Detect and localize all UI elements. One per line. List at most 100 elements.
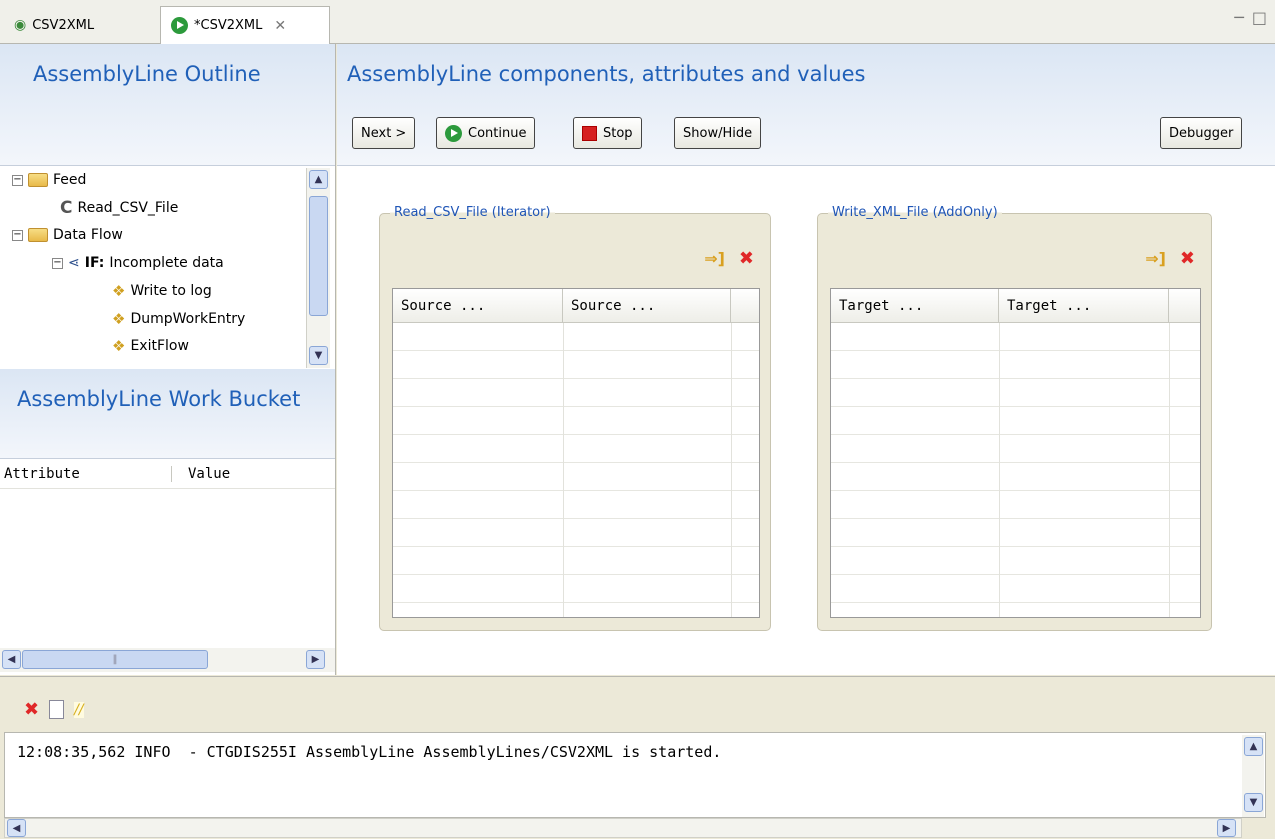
component-title: Write_XML_File (AddOnly) (828, 205, 1002, 220)
column-header-attribute[interactable]: Attribute (0, 465, 172, 482)
grid-divider (731, 323, 732, 617)
column-header[interactable]: Source ... (563, 289, 731, 322)
component-read-csv: Read_CSV_File (Iterator) ⇒] ✖ Source ...… (379, 205, 771, 631)
bucket-hscrollbar[interactable]: ◀ ‖ ▶ (0, 648, 335, 672)
grid-rows (393, 323, 759, 617)
delete-icon[interactable]: ✖ (1180, 248, 1195, 269)
scroll-right-icon[interactable]: ▶ (1217, 819, 1236, 837)
grid-rows (831, 323, 1200, 617)
button-label: Continue (468, 125, 527, 141)
attribute-grid: Target ... Target ... (830, 288, 1201, 618)
tree-item-if[interactable]: − ⋖ IF: Incomplete data (52, 250, 224, 276)
tree-item-feed[interactable]: − Feed (12, 167, 86, 193)
map-attribute-icon[interactable]: ⇒] (1145, 249, 1166, 268)
window-controls: ─ □ (1234, 8, 1267, 27)
tree-item-label: Incomplete data (109, 255, 224, 271)
tab-csv2xml-running[interactable]: *CSV2XML ✕ (160, 6, 330, 44)
script-icon: ❖ (112, 337, 126, 355)
tab-label: *CSV2XML (194, 18, 263, 33)
column-header[interactable]: Target ... (831, 289, 999, 322)
folder-icon (28, 228, 48, 242)
button-label: Debugger (1169, 125, 1234, 141)
column-header[interactable]: Source ... (393, 289, 563, 322)
map-attribute-icon[interactable]: ⇒] (704, 249, 725, 268)
scroll-right-icon[interactable]: ▶ (306, 650, 325, 669)
scroll-down-icon[interactable]: ▼ (309, 346, 328, 365)
component-tools: ⇒] ✖ (704, 248, 754, 269)
tree-item-label: ExitFlow (130, 338, 189, 354)
debugger-button[interactable]: Debugger (1160, 117, 1243, 149)
scroll-up-icon[interactable]: ▲ (1244, 737, 1263, 756)
tree-item-label: Data Flow (53, 227, 123, 243)
grid-header: Source ... Source ... (393, 289, 759, 323)
tree-item-label: Read_CSV_File (77, 200, 179, 216)
scroll-lock-icon[interactable]: // (74, 701, 84, 718)
main-title: AssemblyLine components, attributes and … (347, 62, 866, 86)
scroll-thumb[interactable]: ‖ (22, 650, 208, 669)
scroll-left-icon[interactable]: ◀ (2, 650, 21, 669)
grid-divider (563, 323, 564, 617)
bucket-header: AssemblyLine Work Bucket (0, 369, 335, 459)
outline-header: AssemblyLine Outline (0, 44, 335, 166)
console-vscrollbar[interactable]: ▲ ▼ (1242, 735, 1264, 817)
clear-console-icon[interactable]: ✖ (24, 699, 39, 720)
component-title: Read_CSV_File (Iterator) (390, 205, 555, 220)
main-panel: AssemblyLine components, attributes and … (337, 44, 1275, 675)
assemblyline-icon: ◉ (14, 17, 27, 33)
tab-csv2xml[interactable]: ◉ CSV2XML (4, 6, 159, 44)
continue-button[interactable]: Continue (436, 117, 536, 149)
tree-item-write-log[interactable]: ❖ Write to log (112, 278, 212, 304)
editor-tab-bar: ◉ CSV2XML *CSV2XML ✕ ─ □ (0, 0, 1275, 44)
grid-header: Target ... Target ... (831, 289, 1200, 323)
scroll-up-icon[interactable]: ▲ (309, 170, 328, 189)
stop-button[interactable]: Stop (573, 117, 642, 149)
console-panel: ✖ // 12:08:35,562 INFO - CTGDIS255I Asse… (0, 676, 1275, 839)
script-icon: ❖ (112, 310, 126, 328)
document-icon[interactable] (49, 700, 65, 719)
component-write-xml: Write_XML_File (AddOnly) ⇒] ✖ Target ...… (817, 205, 1212, 631)
outline-scrollbar[interactable]: ▲ ▼ (306, 168, 330, 368)
connector-icon: C (60, 198, 73, 218)
bucket-table-body (0, 489, 335, 644)
next-button[interactable]: Next > (352, 117, 416, 149)
grid-divider (1169, 323, 1170, 617)
stop-icon (582, 125, 597, 141)
console-message: 12:08:35,562 INFO - CTGDIS255I AssemblyL… (17, 743, 722, 761)
scroll-thumb[interactable] (309, 196, 328, 316)
button-label: Stop (603, 125, 633, 141)
script-icon: ❖ (112, 282, 126, 300)
collapse-icon[interactable]: − (52, 257, 63, 269)
play-icon (445, 124, 462, 142)
running-icon (171, 17, 188, 34)
column-header[interactable]: Target ... (999, 289, 1169, 322)
tree-item-dump-work-entry[interactable]: ❖ DumpWorkEntry (112, 306, 245, 332)
console-output[interactable]: 12:08:35,562 INFO - CTGDIS255I AssemblyL… (4, 732, 1266, 818)
maximize-icon[interactable]: □ (1252, 8, 1267, 27)
tree-item-exit-flow[interactable]: ❖ ExitFlow (112, 333, 189, 359)
delete-icon[interactable]: ✖ (739, 248, 754, 269)
tab-label: CSV2XML (32, 17, 95, 33)
scroll-left-icon[interactable]: ◀ (7, 819, 26, 837)
outline-tree: − Feed C Read_CSV_File − Data Flow − ⋖ I… (0, 167, 312, 369)
button-label: Show/Hide (683, 125, 753, 141)
folder-icon (28, 173, 48, 187)
main-header: AssemblyLine components, attributes and … (337, 44, 1275, 166)
tree-item-label: Feed (53, 172, 87, 188)
attribute-grid: Source ... Source ... (392, 288, 760, 618)
console-hscrollbar[interactable]: ◀ ▶ (4, 818, 1242, 838)
scroll-down-icon[interactable]: ▼ (1244, 793, 1263, 812)
minimize-icon[interactable]: ─ (1234, 8, 1244, 27)
bucket-table-header: Attribute Value (0, 459, 335, 489)
tree-item-read-csv[interactable]: C Read_CSV_File (60, 195, 178, 221)
close-icon[interactable]: ✕ (274, 18, 286, 34)
tree-item-label: DumpWorkEntry (130, 311, 246, 327)
button-label: Next > (361, 125, 407, 141)
show-hide-button[interactable]: Show/Hide (674, 117, 762, 149)
tree-item-data-flow[interactable]: − Data Flow (12, 222, 123, 248)
bucket-title: AssemblyLine Work Bucket (17, 387, 301, 411)
component-tools: ⇒] ✖ (1145, 248, 1195, 269)
collapse-icon[interactable]: − (12, 229, 23, 241)
grid-divider (999, 323, 1000, 617)
column-header-value[interactable]: Value (172, 466, 230, 482)
collapse-icon[interactable]: − (12, 174, 23, 186)
